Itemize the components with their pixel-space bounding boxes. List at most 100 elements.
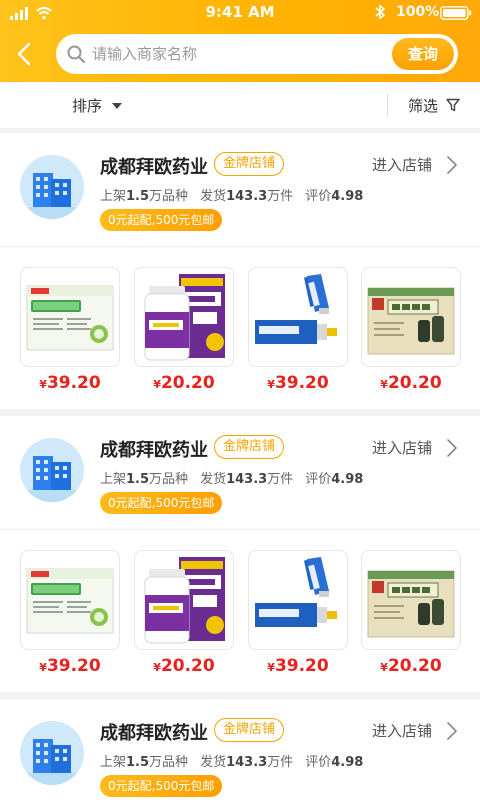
enter-store-link[interactable]: 进入店铺 [372, 154, 432, 175]
product-price: ¥39.20 [20, 656, 120, 676]
shipped-label: 发货 [200, 755, 227, 770]
battery-icon [440, 6, 472, 20]
price-value: 39.20 [46, 373, 101, 393]
status-bar: 9:41 AM 100% [0, 0, 480, 28]
gold-store-badge: 金牌店铺 [214, 152, 285, 176]
search-icon [67, 45, 86, 64]
rating-value: 4.98 [331, 189, 364, 204]
chevron-right-icon[interactable] [446, 721, 458, 741]
filter-button[interactable]: 筛选 [408, 95, 438, 116]
shipping-promo-badge: 0元起配,500元包邮 [100, 492, 223, 514]
bluetooth-icon [375, 4, 386, 20]
sort-dropdown-icon[interactable] [112, 103, 122, 109]
product-card[interactable] [134, 267, 234, 367]
store-avatar[interactable] [20, 438, 84, 502]
shipped-unit: 万件 [267, 755, 294, 770]
product-card[interactable] [361, 267, 461, 367]
price-value: 39.20 [46, 656, 101, 676]
shipped-value: 143.3 [226, 755, 268, 770]
store-name[interactable]: 成都拜欧药业 [100, 719, 208, 745]
product-price: ¥20.20 [134, 656, 234, 676]
shipped-value: 143.3 [226, 189, 268, 204]
store-avatar[interactable] [20, 721, 84, 785]
product-price: ¥20.20 [361, 373, 461, 393]
battery-percent: 100% [396, 4, 440, 20]
listed-unit: 万品种 [149, 189, 189, 204]
currency-symbol: ¥ [39, 378, 47, 391]
rating-label: 评价 [305, 189, 332, 204]
rating-label: 评价 [305, 755, 332, 770]
product-row: ¥39.20 ¥20.20 ¥39.20 ¥20.20 [0, 247, 480, 409]
currency-symbol: ¥ [39, 661, 47, 674]
search-bar: 查询 [56, 34, 458, 74]
product-card[interactable] [20, 550, 120, 650]
product-price: ¥20.20 [361, 656, 461, 676]
currency-symbol: ¥ [267, 661, 275, 674]
chevron-right-icon[interactable] [446, 438, 458, 458]
store-stats: 上架1.5万品种 发货143.3万件 评价4.98 [100, 751, 363, 770]
back-arrow-icon[interactable] [14, 42, 36, 66]
currency-symbol: ¥ [153, 661, 161, 674]
price-value: 39.20 [274, 373, 329, 393]
shipped-unit: 万件 [267, 189, 294, 204]
price-value: 20.20 [387, 656, 442, 676]
store-name[interactable]: 成都拜欧药业 [100, 153, 208, 179]
listed-unit: 万品种 [149, 472, 189, 487]
shipped-label: 发货 [200, 472, 227, 487]
product-price: ¥39.20 [248, 373, 348, 393]
store-name[interactable]: 成都拜欧药业 [100, 436, 208, 462]
rating-value: 4.98 [331, 472, 364, 487]
building-icon [20, 173, 84, 219]
enter-store-link[interactable]: 进入店铺 [372, 720, 432, 741]
app-header: 9:41 AM 100% 查询 [0, 0, 480, 82]
enter-store-link[interactable]: 进入店铺 [372, 437, 432, 458]
price-value: 20.20 [387, 373, 442, 393]
chevron-right-icon[interactable] [446, 155, 458, 175]
store-header: 成都拜欧药业 金牌店铺 进入店铺 上架1.5万品种 发货143.3万件 评价4.98… [0, 416, 480, 530]
product-card[interactable] [361, 550, 461, 650]
search-button[interactable]: 查询 [392, 38, 454, 70]
shipping-promo-badge: 0元起配,500元包邮 [100, 209, 223, 231]
product-row: ¥39.20 ¥20.20 ¥39.20 ¥20.20 [0, 530, 480, 692]
store-card: 成都拜欧药业 金牌店铺 进入店铺 上架1.5万品种 发货143.3万件 评价4.98… [0, 133, 480, 409]
product-card[interactable] [248, 550, 348, 650]
shipped-unit: 万件 [267, 472, 294, 487]
store-stats: 上架1.5万品种 发货143.3万件 评价4.98 [100, 185, 363, 204]
product-price: ¥39.20 [248, 656, 348, 676]
shipped-label: 发货 [200, 189, 227, 204]
listed-label: 上架 [100, 189, 127, 204]
listed-label: 上架 [100, 755, 127, 770]
shipped-value: 143.3 [226, 472, 268, 487]
shipping-promo-badge: 0元起配,500元包邮 [100, 775, 223, 797]
building-icon [20, 739, 84, 785]
sort-button[interactable]: 排序 [72, 95, 102, 116]
filter-bar: 排序 筛选 [0, 82, 480, 128]
product-card[interactable] [20, 267, 120, 367]
store-header: 成都拜欧药业 金牌店铺 进入店铺 上架1.5万品种 发货143.3万件 评价4.98… [0, 133, 480, 247]
funnel-icon[interactable] [446, 98, 460, 112]
gold-store-badge: 金牌店铺 [214, 435, 285, 459]
price-value: 39.20 [274, 656, 329, 676]
gold-store-badge: 金牌店铺 [214, 718, 285, 742]
rating-value: 4.98 [331, 755, 364, 770]
listed-value: 1.5 [126, 472, 150, 487]
store-header: 成都拜欧药业 金牌店铺 进入店铺 上架1.5万品种 发货143.3万件 评价4.98… [0, 699, 480, 800]
listed-unit: 万品种 [149, 755, 189, 770]
store-stats: 上架1.5万品种 发货143.3万件 评价4.98 [100, 468, 363, 487]
listed-value: 1.5 [126, 189, 150, 204]
product-card[interactable] [134, 550, 234, 650]
divider [387, 94, 388, 116]
product-price: ¥20.20 [134, 373, 234, 393]
store-avatar[interactable] [20, 155, 84, 219]
currency-symbol: ¥ [380, 661, 388, 674]
price-value: 20.20 [160, 373, 215, 393]
search-input[interactable] [92, 42, 392, 66]
currency-symbol: ¥ [380, 378, 388, 391]
currency-symbol: ¥ [153, 378, 161, 391]
listed-label: 上架 [100, 472, 127, 487]
currency-symbol: ¥ [267, 378, 275, 391]
product-price: ¥39.20 [20, 373, 120, 393]
store-card: 成都拜欧药业 金牌店铺 进入店铺 上架1.5万品种 发货143.3万件 评价4.98… [0, 416, 480, 692]
product-card[interactable] [248, 267, 348, 367]
price-value: 20.20 [160, 656, 215, 676]
